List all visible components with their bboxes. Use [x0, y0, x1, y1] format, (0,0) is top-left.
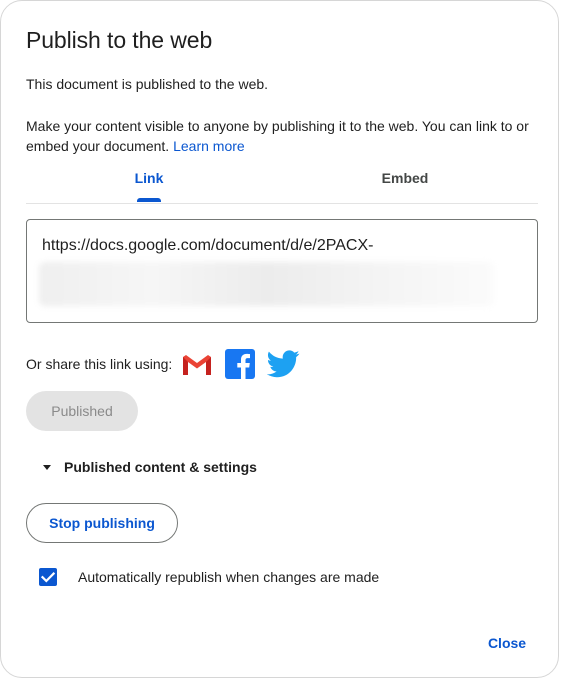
published-url-text: https://docs.google.com/document/d/e/2PA… — [42, 237, 374, 254]
tab-active-indicator — [137, 198, 161, 202]
stop-publishing-button[interactable]: Stop publishing — [26, 503, 178, 543]
caret-down-icon — [43, 465, 51, 470]
facebook-icon[interactable] — [225, 349, 255, 379]
published-url-field[interactable]: https://docs.google.com/document/d/e/2PA… — [26, 219, 538, 323]
learn-more-link[interactable]: Learn more — [173, 138, 245, 154]
twitter-icon[interactable] — [266, 350, 300, 378]
publish-status-text: This document is published to the web. — [26, 76, 269, 92]
auto-republish-checkbox[interactable] — [39, 568, 57, 586]
tab-link[interactable]: Link — [26, 161, 272, 202]
dialog-title: Publish to the web — [26, 27, 213, 53]
tab-bar: Link Embed — [26, 161, 538, 204]
gmail-icon[interactable] — [181, 353, 213, 377]
expander-label: Published content & settings — [64, 459, 257, 475]
published-button: Published — [26, 391, 138, 431]
checkmark-icon — [40, 572, 56, 583]
share-label: Or share this link using: — [26, 356, 173, 372]
close-button[interactable]: Close — [477, 629, 537, 657]
redacted-url-blur — [39, 262, 494, 306]
auto-republish-label: Automatically republish when changes are… — [78, 569, 380, 585]
publish-description: Make your content visible to anyone by p… — [26, 116, 536, 156]
publish-dialog: Publish to the web This document is publ… — [0, 0, 559, 678]
publish-description-text: Make your content visible to anyone by p… — [26, 118, 529, 154]
tab-embed[interactable]: Embed — [282, 161, 528, 202]
